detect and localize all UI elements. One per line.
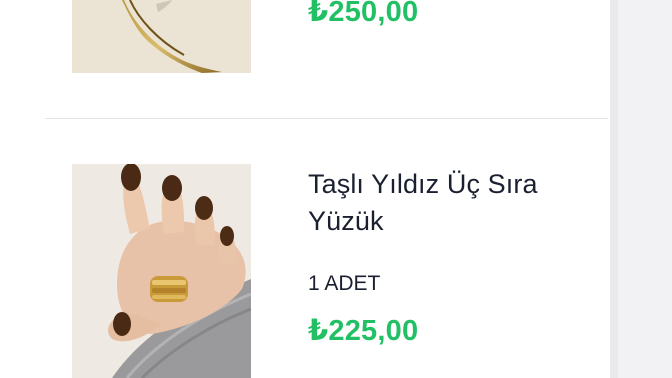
cart-list: ₺250,00 Taşlı Yıldız Üç Sıra Yüzük 1 ADE… xyxy=(0,0,610,378)
scrollbar-track[interactable] xyxy=(610,0,618,378)
gold-ring-product-image xyxy=(72,0,251,73)
cart-item-2-price: ₺225,00 xyxy=(308,315,419,347)
cart-item-1-image[interactable] xyxy=(72,0,251,73)
hand-with-ring-product-image xyxy=(72,164,251,378)
item-divider xyxy=(45,118,608,119)
cart-item-2-name[interactable]: Taşlı Yıldız Üç Sıra Yüzük xyxy=(308,166,588,240)
scrollbar-gutter[interactable] xyxy=(610,0,672,378)
cart-item-2-image[interactable] xyxy=(72,164,251,378)
cart-item-1-price: ₺250,00 xyxy=(308,0,419,28)
cart-item-2-quantity: 1 ADET xyxy=(308,272,381,295)
